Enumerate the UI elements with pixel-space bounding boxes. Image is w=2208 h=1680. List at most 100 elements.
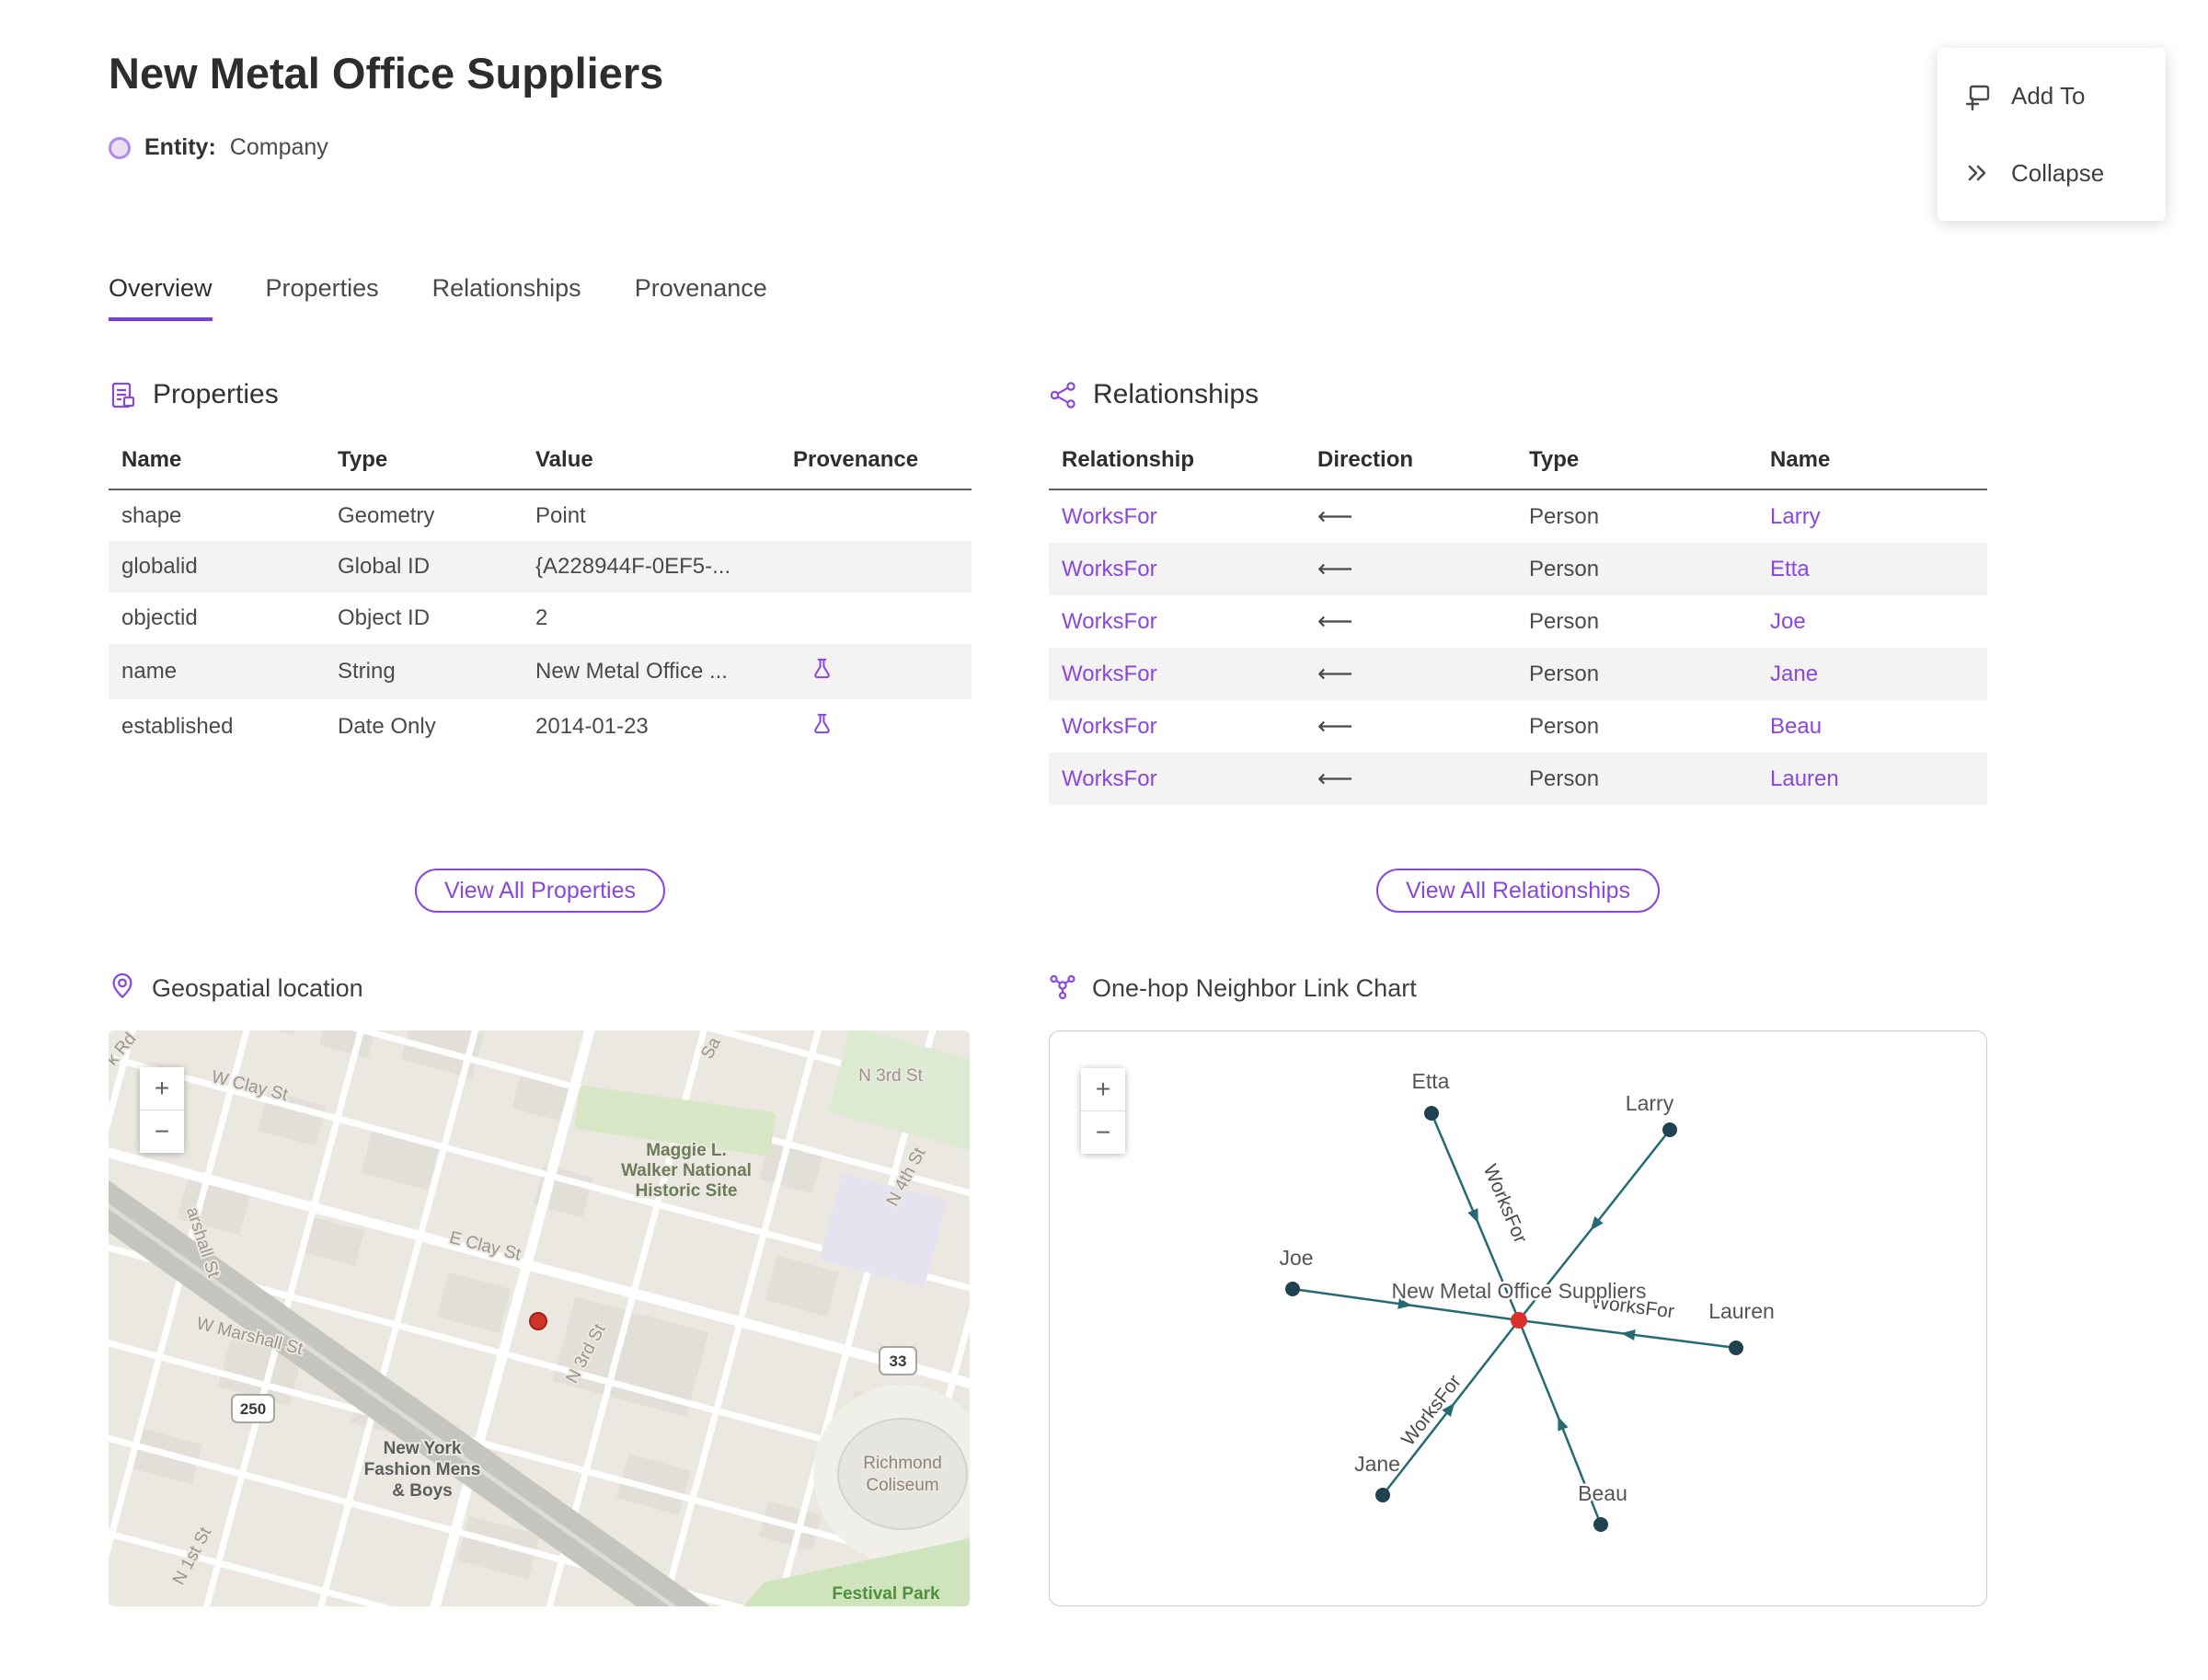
relationship-link[interactable]: WorksFor — [1062, 557, 1157, 581]
relationship-link[interactable]: WorksFor — [1062, 662, 1157, 686]
col-name: Name — [1757, 434, 1987, 490]
col-direction: Direction — [1305, 434, 1516, 490]
map-canvas[interactable]: k Rd W Clay St Sa N 3rd St N 4th St E Cl… — [109, 1030, 970, 1606]
add-to-label: Add To — [2011, 81, 2086, 109]
direction-arrow: ⟵ — [1317, 712, 1353, 741]
svg-text:Historic Site: Historic Site — [636, 1181, 738, 1201]
svg-text:Coliseum: Coliseum — [866, 1476, 938, 1495]
entity-label: Entity: — [144, 134, 216, 160]
link-chart-icon — [1049, 972, 1076, 1006]
node-center[interactable] — [1511, 1312, 1527, 1329]
collapse-label: Collapse — [2011, 158, 2105, 187]
node-beau — [1593, 1517, 1608, 1532]
svg-text:Larry: Larry — [1626, 1091, 1674, 1115]
svg-text:250: 250 — [240, 1400, 266, 1418]
link-chart-panel[interactable]: + − WorksFor WorksFor WorksFor Etta Larr… — [1049, 1030, 1987, 1606]
svg-text:33: 33 — [890, 1352, 907, 1370]
entity-link[interactable]: Etta — [1770, 557, 1810, 581]
direction-arrow: ⟵ — [1317, 765, 1353, 793]
node-larry — [1662, 1122, 1677, 1137]
tab-overview[interactable]: Overview — [109, 274, 213, 321]
tab-properties[interactable]: Properties — [266, 274, 379, 321]
zoom-out-button[interactable]: − — [140, 1110, 184, 1153]
entity-link[interactable]: Beau — [1770, 714, 1822, 739]
chart-edge-labels: WorksFor WorksFor WorksFor — [1395, 1159, 1677, 1453]
add-to-icon — [1963, 81, 1993, 110]
table-row: WorksFor ⟵ Person Joe — [1049, 595, 1987, 648]
properties-icon — [109, 381, 137, 409]
svg-text:Fashion Mens: Fashion Mens — [364, 1460, 481, 1479]
table-row: WorksFor ⟵ Person Lauren — [1049, 753, 1987, 805]
properties-section: Properties Name Type Value Provenance sh… — [109, 379, 972, 754]
action-card: Add To Collapse — [1938, 48, 2166, 221]
zoom-out-button[interactable]: − — [1081, 1111, 1125, 1154]
view-all-relationships-button[interactable]: View All Relationships — [1375, 869, 1661, 913]
geospatial-header: Geospatial location — [109, 972, 363, 1006]
table-row: shape Geometry Point — [121, 502, 586, 528]
col-type: Type — [1516, 434, 1757, 490]
node-etta — [1424, 1106, 1439, 1121]
collapse-button[interactable]: Collapse — [1938, 134, 2166, 212]
properties-title: Properties — [153, 379, 279, 409]
svg-text:Jane: Jane — [1354, 1452, 1400, 1476]
relationships-title: Relationships — [1093, 379, 1259, 409]
zoom-in-button[interactable]: + — [1081, 1068, 1125, 1110]
tab-relationships[interactable]: Relationships — [432, 274, 581, 321]
relationship-link[interactable]: WorksFor — [1062, 504, 1157, 529]
direction-arrow: ⟵ — [1317, 555, 1353, 583]
route-shield-33: 33 — [879, 1346, 917, 1375]
map-zoom-control: + − — [140, 1067, 184, 1153]
map-marker — [529, 1312, 547, 1330]
entity-link[interactable]: Lauren — [1770, 766, 1839, 791]
link-chart-title: One-hop Neighbor Link Chart — [1092, 974, 1417, 1002]
collapse-icon — [1963, 158, 1993, 188]
relationship-link[interactable]: WorksFor — [1062, 714, 1157, 739]
svg-text:N 3rd St: N 3rd St — [858, 1066, 923, 1086]
svg-text:New York: New York — [384, 1439, 462, 1458]
col-name: Name — [109, 434, 325, 490]
relationships-header-row: Relationship Direction Type Name — [1049, 434, 1987, 490]
properties-header-row: Name Type Value Provenance — [109, 434, 972, 490]
direction-arrow: ⟵ — [1317, 502, 1353, 531]
table-row: established Date Only 2014-01-23 — [109, 699, 972, 754]
svg-text:& Boys: & Boys — [392, 1481, 452, 1501]
page-title: New Metal Office Suppliers — [109, 49, 664, 98]
entity-link[interactable]: Jane — [1770, 662, 1818, 686]
table-row: objectid Object ID 2 — [121, 605, 548, 630]
relationship-link[interactable]: WorksFor — [1062, 609, 1157, 634]
provenance-flask-icon[interactable] — [810, 656, 834, 687]
svg-text:Beau: Beau — [1578, 1481, 1627, 1505]
chart-zoom-control: + − — [1081, 1068, 1125, 1154]
relationships-table: Relationship Direction Type Name WorksFo… — [1049, 434, 1987, 805]
provenance-flask-icon[interactable] — [810, 711, 834, 742]
col-provenance: Provenance — [780, 434, 972, 490]
direction-arrow: ⟵ — [1317, 607, 1353, 636]
node-joe — [1285, 1282, 1300, 1296]
center-node-label: New Metal Office Suppliers — [1392, 1279, 1647, 1303]
table-row: WorksFor ⟵ Person Jane — [1049, 648, 1987, 700]
link-chart-canvas[interactable]: WorksFor WorksFor WorksFor Etta Larry Jo… — [1050, 1031, 1986, 1605]
tab-provenance[interactable]: Provenance — [635, 274, 767, 321]
link-chart-header: One-hop Neighbor Link Chart — [1049, 972, 1417, 1006]
geospatial-title: Geospatial location — [152, 974, 363, 1002]
svg-text:Richmond: Richmond — [863, 1454, 942, 1473]
tab-bar: Overview Properties Relationships Proven… — [109, 274, 767, 321]
geospatial-map[interactable]: + − k Rd W Clay St Sa N 3rd St N 4th St … — [109, 1030, 970, 1606]
svg-text:Joe: Joe — [1279, 1246, 1313, 1270]
relationship-link[interactable]: WorksFor — [1062, 766, 1157, 791]
table-row: globalid Global ID {A228944F-0EF5-... — [109, 541, 972, 593]
entity-link[interactable]: Joe — [1770, 609, 1806, 634]
svg-text:Maggie L.: Maggie L. — [646, 1141, 727, 1160]
zoom-in-button[interactable]: + — [140, 1067, 184, 1110]
table-row: WorksFor ⟵ Person Etta — [1049, 543, 1987, 595]
add-to-button[interactable]: Add To — [1938, 57, 2166, 134]
node-jane — [1375, 1488, 1390, 1502]
view-all-properties-button[interactable]: View All Properties — [415, 869, 665, 913]
map-pin-icon — [109, 972, 136, 1006]
properties-table: Name Type Value Provenance shape Geometr… — [109, 434, 972, 754]
direction-arrow: ⟵ — [1317, 660, 1353, 688]
relationships-section: Relationships Relationship Direction Typ… — [1049, 379, 1987, 805]
table-row: WorksFor ⟵ Person Beau — [1049, 700, 1987, 753]
svg-text:Festival Park: Festival Park — [832, 1584, 940, 1604]
entity-link[interactable]: Larry — [1770, 504, 1821, 529]
